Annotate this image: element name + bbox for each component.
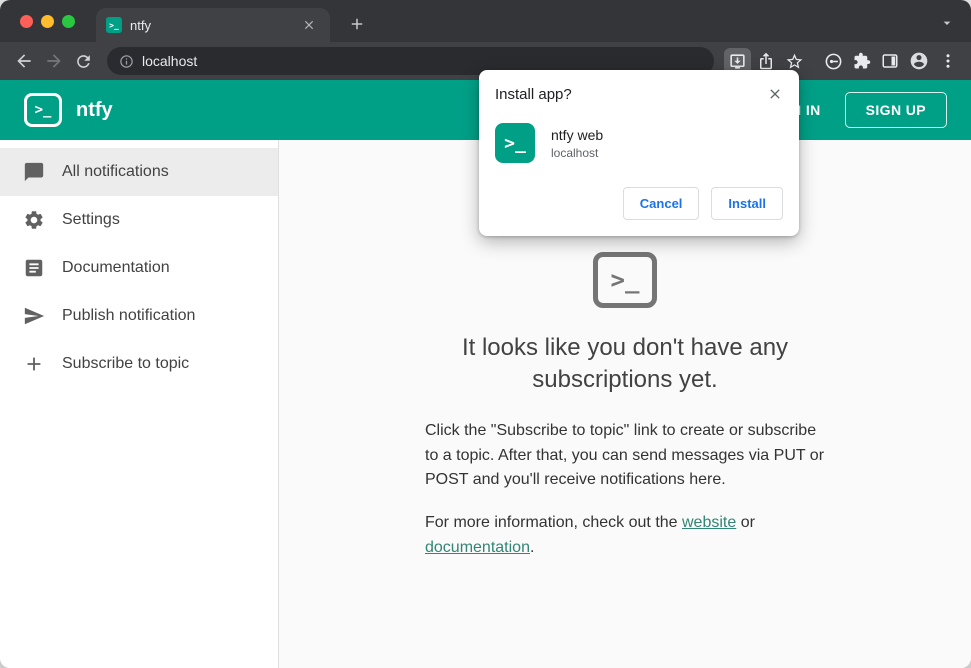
chat-icon [22,161,46,183]
sidebar-item-label: Documentation [62,259,170,276]
install-app-dialog: Install app? >_ ntfy web localhost Cance… [479,70,799,236]
sidebar-item-subscribe-to-topic[interactable]: Subscribe to topic [0,340,278,388]
forward-button[interactable] [40,47,68,75]
dialog-actions: Cancel Install [495,187,783,220]
back-button[interactable] [10,47,38,75]
close-window-button[interactable] [20,15,33,28]
ntfy-logo-icon[interactable]: >_ [24,93,62,127]
empty-state-more: For more information, check out the webs… [425,511,825,561]
traffic-lights [20,15,75,28]
more-prefix: For more information, check out the [425,514,682,532]
install-button[interactable]: Install [711,187,783,220]
sidebar-item-documentation[interactable]: Documentation [0,244,278,292]
password-manager-icon[interactable] [820,48,847,75]
dialog-close-icon[interactable] [763,82,787,106]
sidebar-item-publish-notification[interactable]: Publish notification [0,292,278,340]
dialog-app-info: ntfy web localhost [551,127,603,160]
documentation-link[interactable]: documentation [425,539,530,556]
site-info-icon[interactable] [119,54,134,69]
dialog-app-name: ntfy web [551,126,604,143]
more-middle: or [736,514,755,532]
tab-close-icon[interactable] [298,14,320,36]
browser-window: >_ ntfy localhost >_ ntfy IN SIGN UP All… [0,0,971,668]
side-panel-icon[interactable] [877,48,903,74]
new-tab-button[interactable] [344,11,370,37]
sidebar: All notifications Settings Documentation… [0,140,279,668]
send-icon [22,305,46,327]
dialog-app-row: >_ ntfy web localhost [495,123,783,163]
dialog-app-origin: localhost [551,145,599,160]
website-link[interactable]: website [682,514,736,531]
tab-title: ntfy [130,17,151,33]
sidebar-item-label: Subscribe to topic [62,355,190,372]
sidebar-item-label: All notifications [62,163,169,180]
url-text: localhost [142,53,198,69]
sidebar-item-all-notifications[interactable]: All notifications [0,148,278,196]
cancel-button[interactable]: Cancel [622,187,700,220]
empty-state-heading: It looks like you don't have any subscri… [461,334,789,394]
zoom-window-button[interactable] [62,15,75,28]
sidebar-item-label: Publish notification [62,307,196,324]
ntfy-empty-state-logo-icon: >_ [593,252,657,308]
plus-icon [22,353,46,375]
sign-up-button[interactable]: SIGN UP [844,92,947,128]
sidebar-item-label: Settings [62,211,120,228]
app-title: ntfy [76,98,113,121]
reload-button[interactable] [70,48,97,75]
empty-state-body: Click the "Subscribe to topic" link to c… [425,421,825,489]
sidebar-item-settings[interactable]: Settings [0,196,278,244]
tab-search-chevron-icon[interactable] [935,11,959,35]
ntfy-app-icon: >_ [495,123,535,163]
browser-menu-icon[interactable] [935,48,961,74]
dialog-title: Install app? [495,86,572,103]
extensions-puzzle-icon[interactable] [849,48,875,74]
ntfy-favicon-icon: >_ [106,17,122,33]
tab-strip: >_ ntfy [0,0,971,42]
minimize-window-button[interactable] [41,15,54,28]
profile-avatar[interactable] [905,47,933,75]
more-suffix: . [529,538,535,556]
article-icon [22,257,46,279]
browser-tab[interactable]: >_ ntfy [96,8,330,42]
gear-icon [22,209,46,231]
